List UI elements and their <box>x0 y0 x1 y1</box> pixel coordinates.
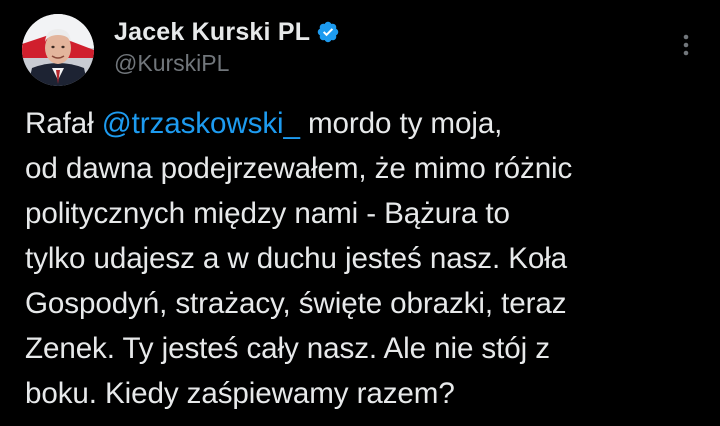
avatar[interactable] <box>22 14 94 86</box>
tweet-text: Rafał @trzaskowski_ mordo ty moja, od da… <box>25 101 705 416</box>
verified-badge-icon <box>316 20 340 44</box>
tweet-text-start: Rafał <box>25 107 102 140</box>
tweet-text-rest: mordo ty moja, od dawna podejrzewałem, ż… <box>25 107 573 410</box>
tweet: Jacek Kurski PL @KurskiPL Rafał @trzasko… <box>0 0 720 426</box>
mention-link[interactable]: @trzaskowski_ <box>102 107 300 140</box>
author-handle[interactable]: @KurskiPL <box>114 50 229 77</box>
more-vertical-icon[interactable] <box>676 28 696 64</box>
author-name-row: Jacek Kurski PL <box>114 14 340 50</box>
author-display-name[interactable]: Jacek Kurski PL <box>114 18 310 47</box>
avatar-image <box>22 14 94 86</box>
